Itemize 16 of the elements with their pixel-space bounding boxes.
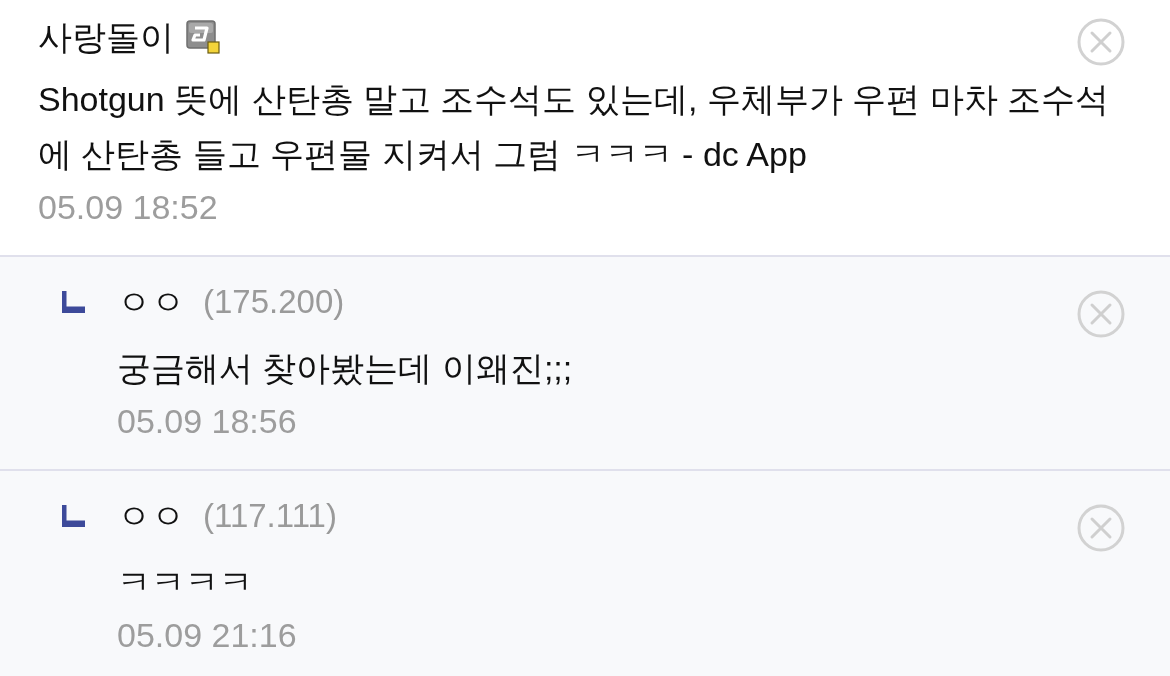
delete-close-icon[interactable] bbox=[1077, 504, 1125, 552]
delete-close-icon[interactable] bbox=[1077, 18, 1125, 66]
reply-corner-icon bbox=[62, 291, 85, 313]
comment-date: 05.09 18:52 bbox=[38, 188, 218, 226]
comment-date: 05.09 21:16 bbox=[117, 616, 297, 654]
comment-date: 05.09 18:56 bbox=[117, 402, 297, 440]
ip-address: (175.200) bbox=[203, 283, 345, 321]
nickname: ㅇㅇ bbox=[117, 282, 185, 323]
comment-text: 궁금해서 찾아봤는데 이왜진;;; bbox=[117, 348, 574, 389]
delete-close-icon[interactable] bbox=[1077, 290, 1125, 338]
reply-corner-icon bbox=[62, 505, 85, 527]
nickname: 사랑돌이 bbox=[38, 17, 174, 58]
ip-address: (117.111) bbox=[203, 497, 337, 535]
comment-text: ㅋㅋㅋㅋ bbox=[117, 562, 254, 603]
comment-text: Shotgun 뜻에 산탄총 말고 조수석도 있는데, 우체부가 우편 마차 조수석에 산탄총 들고 우편물 지켜서 그럼 ㅋㅋㅋ - dc App bbox=[38, 79, 1111, 175]
nickname: ㅇㅇ bbox=[117, 496, 185, 537]
